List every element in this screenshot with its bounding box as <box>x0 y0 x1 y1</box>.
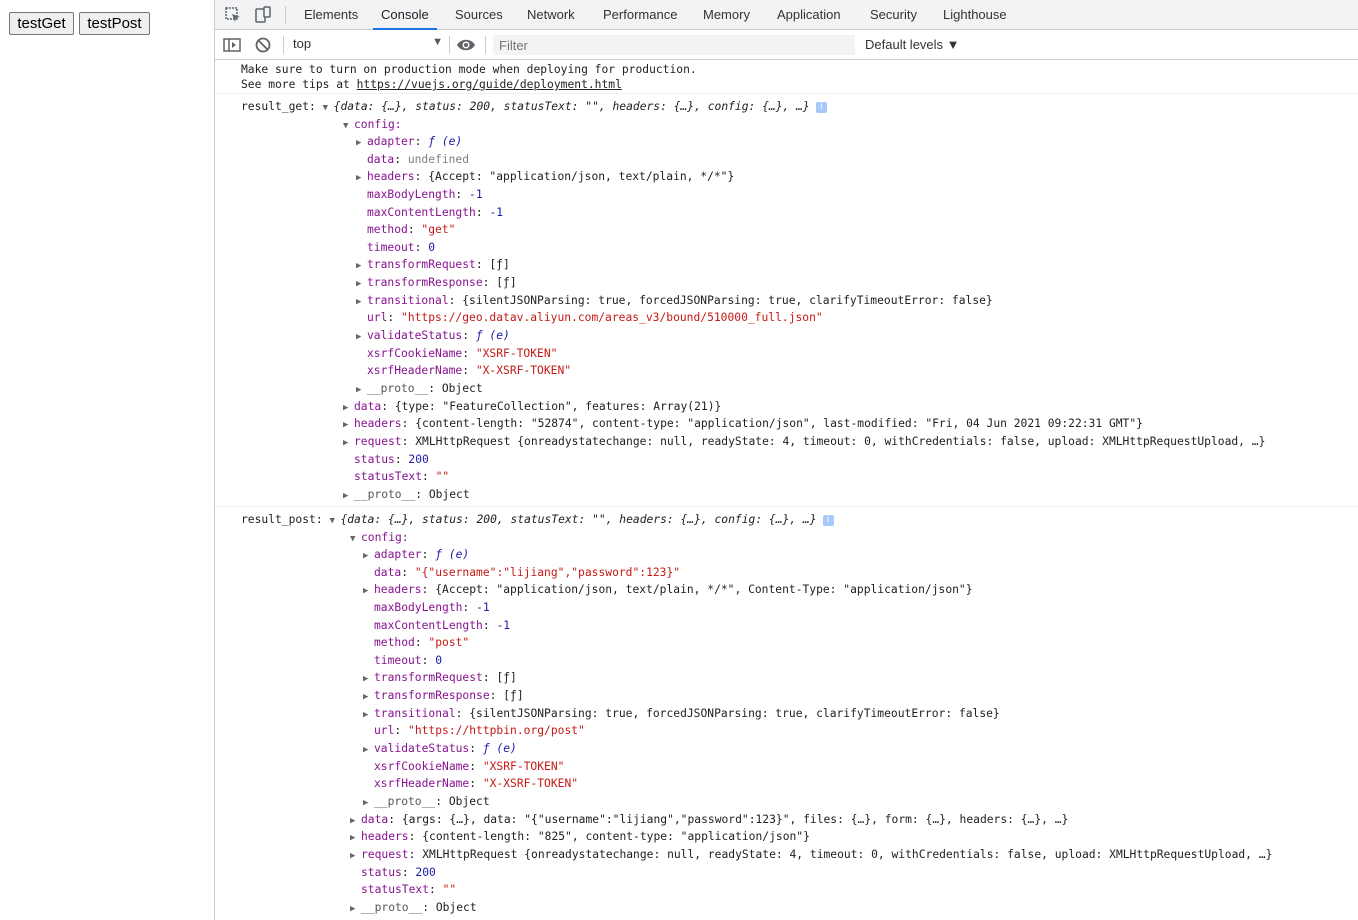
tree-node-proto[interactable]: ▶ __proto__: Object <box>350 899 477 916</box>
tree-node-request[interactable]: ▶ request: XMLHttpRequest {onreadystatech… <box>350 846 1272 863</box>
collapse-triangle-icon[interactable]: ▼ <box>323 100 334 117</box>
tab-security[interactable]: Security <box>870 0 917 30</box>
tab-performance[interactable]: Performance <box>603 0 677 30</box>
tree-leaf: maxBodyLength: -1 <box>374 601 490 614</box>
tree-node-headers[interactable]: ▶ headers: {content-length: "52874", cont… <box>343 415 1143 432</box>
collapse-triangle-icon[interactable]: ▼ <box>343 118 354 135</box>
context-selector[interactable]: top ▼ <box>293 36 443 54</box>
tree-node[interactable]: ▶ __proto__: Object <box>363 793 490 810</box>
tree-leaf: data: "{"username":"lijiang","password":… <box>374 566 681 579</box>
info-icon[interactable]: i <box>822 514 834 526</box>
show-sidebar-icon[interactable] <box>222 35 242 55</box>
tree-leaf: timeout: 0 <box>367 241 436 254</box>
console-output: Make sure to turn on production mode whe… <box>215 61 1358 920</box>
tree-node[interactable]: ▶ transitional: {silentJSONParsing: true,… <box>356 292 993 309</box>
inspect-element-icon[interactable] <box>223 5 243 25</box>
tree-leaf: xsrfCookieName: "XSRF-TOKEN" <box>374 760 565 773</box>
tab-console[interactable]: Console <box>373 0 437 30</box>
clear-console-icon[interactable] <box>253 35 273 55</box>
collapse-triangle-icon[interactable]: ▼ <box>350 531 361 548</box>
console-toolbar: top ▼ Default levels ▼ <box>215 30 1358 60</box>
live-expression-eye-icon[interactable] <box>456 35 476 55</box>
tree-node-config[interactable]: ▼ config: <box>350 529 409 546</box>
tree-leaf: xsrfHeaderName: "X-XSRF-TOKEN" <box>374 777 579 790</box>
toolbar-separator <box>449 36 450 54</box>
toolbar-separator <box>285 6 286 24</box>
console-text: See more tips at https://vuejs.org/guide… <box>241 78 622 91</box>
tab-application[interactable]: Application <box>777 0 841 30</box>
tree-leaf: maxContentLength: -1 <box>374 619 511 632</box>
tree-leaf: timeout: 0 <box>374 654 443 667</box>
tree-leaf: url: "https://geo.datav.aliyun.com/areas… <box>367 311 823 324</box>
tree-leaf: xsrfHeaderName: "X-XSRF-TOKEN" <box>367 364 572 377</box>
log-label: result_get: ▼ {data: {…}, status: 200, st… <box>241 98 827 115</box>
tree-leaf-status: status: 200 <box>354 453 429 466</box>
dropdown-arrow-icon: ▼ <box>432 36 443 48</box>
tree-leaf-status: status: 200 <box>361 866 436 879</box>
tab-sources[interactable]: Sources <box>455 0 503 30</box>
collapse-triangle-icon[interactable]: ▼ <box>329 513 340 530</box>
tab-network[interactable]: Network <box>527 0 575 30</box>
page-area: testGet testPost <box>0 0 214 920</box>
tree-node[interactable]: ▶ adapter: ƒ (e) <box>363 546 469 563</box>
tree-node-proto[interactable]: ▶ __proto__: Object <box>343 486 470 503</box>
tree-leaf: method: "get" <box>367 223 456 236</box>
info-icon[interactable]: i <box>815 101 827 113</box>
toolbar-separator <box>485 36 486 54</box>
tree-leaf-status-text: statusText: "" <box>354 470 450 483</box>
device-toolbar-icon[interactable] <box>253 5 273 25</box>
tree-leaf: method: "post" <box>374 636 470 649</box>
tree-node[interactable]: ▶ validateStatus: ƒ (e) <box>356 327 510 344</box>
log-label: result_post: ▼ {data: {…}, status: 200, s… <box>241 511 834 528</box>
tree-node[interactable]: ▶ validateStatus: ƒ (e) <box>363 740 517 757</box>
tree-node[interactable]: ▶ __proto__: Object <box>356 380 483 397</box>
filter-input[interactable] <box>493 35 855 55</box>
console-message-result-get: result_get: ▼ {data: {…}, status: 200, st… <box>215 94 1358 507</box>
tree-leaf: url: "https://httpbin.org/post" <box>374 724 585 737</box>
tree-node[interactable]: ▶ headers: {Accept: "application/json, te… <box>363 581 973 598</box>
tree-node[interactable]: ▶ headers: {Accept: "application/json, te… <box>356 168 734 185</box>
tree-node-request[interactable]: ▶ request: XMLHttpRequest {onreadystatech… <box>343 433 1265 450</box>
tree-node[interactable]: ▶ transformResponse: [ƒ] <box>363 687 524 704</box>
log-levels-dropdown[interactable]: Default levels ▼ <box>865 37 960 52</box>
tab-elements[interactable]: Elements <box>304 0 358 30</box>
devtools-panel: Elements Console Sources Network Perform… <box>214 0 1358 920</box>
tree-node-config[interactable]: ▼ config: <box>343 116 402 133</box>
console-message-result-post: result_post: ▼ {data: {…}, status: 200, s… <box>215 507 1358 920</box>
test-get-button[interactable]: testGet <box>9 12 74 35</box>
tree-node[interactable]: ▶ transformRequest: [ƒ] <box>363 669 517 686</box>
tree-node-data[interactable]: ▶ data: {type: "FeatureCollection", featu… <box>343 398 721 415</box>
toolbar-separator <box>283 36 284 54</box>
tree-node-headers[interactable]: ▶ headers: {content-length: "825", conten… <box>350 828 810 845</box>
tree-node-data[interactable]: ▶ data: {args: {…}, data: "{"username":"l… <box>350 811 1068 828</box>
tree-leaf: xsrfCookieName: "XSRF-TOKEN" <box>367 347 558 360</box>
console-message: Make sure to turn on production mode whe… <box>215 61 1358 94</box>
tree-leaf-status-text: statusText: "" <box>361 883 457 896</box>
tree-leaf: maxContentLength: -1 <box>367 206 504 219</box>
tree-leaf: maxBodyLength: -1 <box>367 188 483 201</box>
tree-node[interactable]: ▶ transformResponse: [ƒ] <box>356 274 517 291</box>
tree-node[interactable]: ▶ transitional: {silentJSONParsing: true,… <box>363 705 1000 722</box>
test-post-button[interactable]: testPost <box>79 12 150 35</box>
docs-link[interactable]: https://vuejs.org/guide/deployment.html <box>357 78 622 91</box>
tree-leaf: data: undefined <box>367 153 470 166</box>
context-value: top <box>293 36 312 51</box>
tab-lighthouse[interactable]: Lighthouse <box>943 0 1007 30</box>
devtools-tab-bar: Elements Console Sources Network Perform… <box>215 0 1358 30</box>
tree-node[interactable]: ▶ transformRequest: [ƒ] <box>356 256 510 273</box>
tree-node[interactable]: ▶ adapter: ƒ (e) <box>356 133 462 150</box>
tab-memory[interactable]: Memory <box>703 0 750 30</box>
